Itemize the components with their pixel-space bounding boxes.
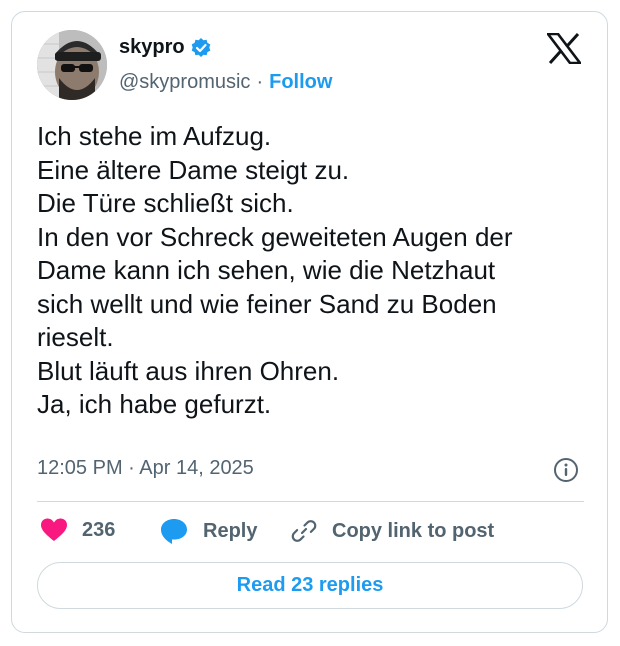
reply-bubble-icon — [161, 519, 187, 544]
reply-button[interactable]: Reply — [159, 517, 257, 545]
post-line: Ich stehe im Aufzug. — [37, 121, 272, 151]
separator-dot: · — [256, 71, 264, 93]
copy-link-label: Copy link to post — [332, 519, 495, 542]
author-handle-row: @skypromusic · Follow — [119, 71, 332, 94]
post-line: In den vor Schreck geweiteten Augen der — [37, 221, 513, 252]
x-logo-icon[interactable] — [547, 33, 581, 64]
post-line: sich wellt und wie feiner Sand zu Boden — [37, 288, 497, 319]
divider — [37, 501, 584, 502]
post-timestamp[interactable]: 12:05 PM · Apr 14, 2025 — [37, 457, 254, 480]
post-line: Blut läuft aus ihren Ohren. — [37, 355, 340, 386]
like-button[interactable]: 236 — [40, 517, 115, 543]
author-name[interactable]: skypro — [119, 36, 185, 59]
like-count: 236 — [82, 518, 116, 541]
post-line: Eine ältere Dame steigt zu. — [37, 154, 350, 185]
read-replies-button[interactable]: Read 23 replies — [37, 562, 583, 609]
avatar-image — [37, 30, 107, 100]
reply-label: Reply — [203, 519, 258, 542]
link-icon — [291, 520, 317, 542]
copy-link-button[interactable]: Copy link to post — [290, 517, 494, 545]
follow-button[interactable]: Follow — [269, 71, 332, 94]
info-icon[interactable] — [553, 457, 579, 483]
heart-icon — [41, 518, 67, 541]
post-line: rieselt. — [37, 322, 114, 352]
post-line: Ja, ich habe gefurzt. — [37, 389, 272, 419]
avatar[interactable] — [37, 30, 107, 100]
post-text: Ich stehe im Aufzug. Eine ältere Dame st… — [37, 120, 597, 422]
post-line: Die Türe schließt sich. — [37, 188, 294, 218]
author-handle[interactable]: @skypromusic — [119, 71, 250, 94]
verified-badge-icon — [191, 37, 210, 57]
author-name-row: skypro — [119, 36, 212, 59]
post-line: Dame kann ich sehen, wie die Netzhaut — [37, 255, 496, 285]
